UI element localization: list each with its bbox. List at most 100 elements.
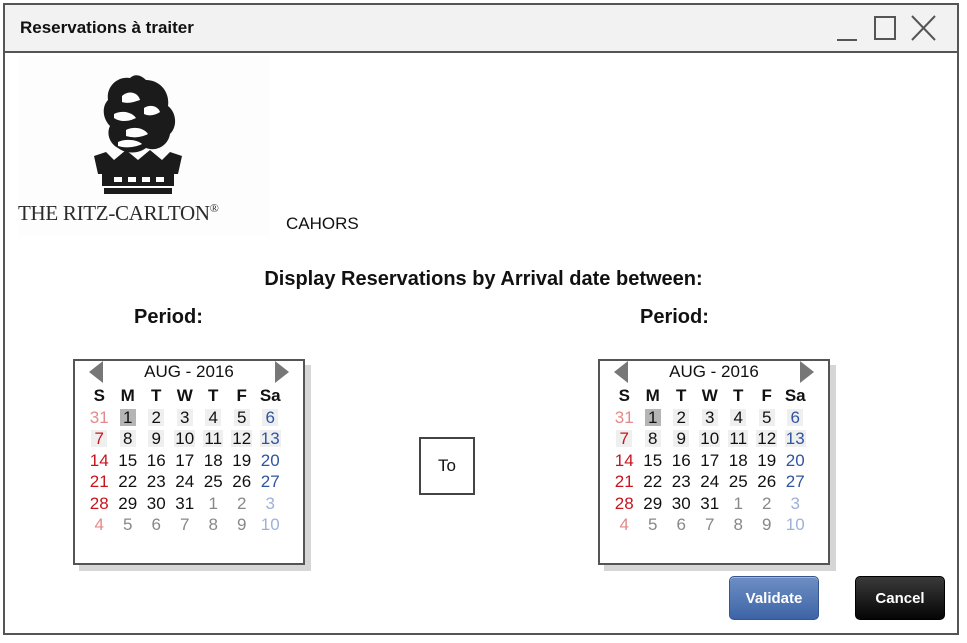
calendar-day[interactable]: 14 (85, 450, 114, 472)
cancel-button[interactable]: Cancel (855, 576, 945, 620)
calendar-day[interactable]: 9 (228, 514, 257, 536)
calendar-day[interactable]: 13 (781, 428, 810, 450)
calendar-day[interactable]: 4 (85, 514, 114, 536)
calendar-day[interactable]: 5 (114, 514, 143, 536)
calendar-day[interactable]: 2 (753, 493, 782, 515)
calendar-day[interactable]: 26 (228, 471, 257, 493)
calendar-day[interactable]: 27 (781, 471, 810, 493)
calendar-day-label: 23 (146, 472, 166, 492)
calendar-day[interactable]: 1 (724, 493, 753, 515)
calendar-day[interactable]: 9 (667, 428, 696, 450)
calendar-day[interactable]: 22 (114, 471, 143, 493)
calendar-day-label: 25 (728, 472, 748, 492)
validate-button[interactable]: Validate (729, 576, 819, 620)
calendar-day[interactable]: 24 (696, 471, 725, 493)
calendar-day[interactable]: 7 (610, 428, 639, 450)
calendar-day[interactable]: 2 (142, 407, 171, 429)
calendar-day[interactable]: 5 (639, 514, 668, 536)
calendar-day-label: 14 (614, 450, 634, 470)
calendar-day[interactable]: 7 (85, 428, 114, 450)
calendar-day[interactable]: 22 (639, 471, 668, 493)
calendar-day[interactable]: 6 (667, 514, 696, 536)
calendar-day[interactable]: 9 (753, 514, 782, 536)
calendar-day[interactable]: 12 (228, 428, 257, 450)
calendar-day[interactable]: 5 (228, 407, 257, 429)
to-label: To (419, 437, 475, 495)
calendar-day-label: 2 (237, 493, 247, 513)
calendar-day[interactable]: 30 (667, 493, 696, 515)
calendar-day[interactable]: 31 (696, 493, 725, 515)
calendar-day[interactable]: 4 (199, 407, 228, 429)
close-icon[interactable] (909, 13, 939, 43)
calendar-day[interactable]: 15 (114, 450, 143, 472)
calendar-day[interactable]: 17 (171, 450, 200, 472)
calendar-day[interactable]: 25 (199, 471, 228, 493)
maximize-icon[interactable] (871, 13, 901, 43)
calendar-day[interactable]: 1 (114, 407, 143, 429)
calendar-day[interactable]: 8 (199, 514, 228, 536)
calendar-day[interactable]: 8 (724, 514, 753, 536)
calendar-day[interactable]: 10 (256, 514, 285, 536)
calendar-day[interactable]: 26 (753, 471, 782, 493)
calendar-day[interactable]: 10 (171, 428, 200, 450)
calendar-day[interactable]: 28 (610, 493, 639, 515)
calendar-day[interactable]: 3 (696, 407, 725, 429)
calendar-day[interactable]: 18 (199, 450, 228, 472)
calendar-day[interactable]: 14 (610, 450, 639, 472)
calendar-day[interactable]: 7 (696, 514, 725, 536)
calendar-day[interactable]: 21 (610, 471, 639, 493)
calendar-day[interactable]: 11 (724, 428, 753, 450)
calendar-day[interactable]: 11 (199, 428, 228, 450)
calendar-day-label: 7 (91, 430, 108, 448)
calendar-day[interactable]: 21 (85, 471, 114, 493)
calendar-day[interactable]: 10 (781, 514, 810, 536)
calendar-day[interactable]: 1 (199, 493, 228, 515)
calendar-day[interactable]: 29 (114, 493, 143, 515)
calendar-day[interactable]: 13 (256, 428, 285, 450)
calendar-day[interactable]: 4 (724, 407, 753, 429)
calendar-day[interactable]: 29 (639, 493, 668, 515)
calendar-day[interactable]: 9 (142, 428, 171, 450)
calendar-grid: S M T W T F Sa 31 1 2 3 4 5 6 7 8 9 10 11 12 13 14 15 16 17 18 19 2… (610, 385, 828, 536)
calendar-day[interactable]: 19 (228, 450, 257, 472)
calendar-day[interactable]: 16 (142, 450, 171, 472)
calendar-day[interactable]: 7 (171, 514, 200, 536)
calendar-day[interactable]: 28 (85, 493, 114, 515)
calendar-day[interactable]: 19 (753, 450, 782, 472)
calendar-day[interactable]: 20 (781, 450, 810, 472)
calendar-day[interactable]: 6 (142, 514, 171, 536)
calendar-day[interactable]: 23 (667, 471, 696, 493)
calendar-day[interactable]: 2 (228, 493, 257, 515)
calendar-day[interactable]: 6 (256, 407, 285, 429)
calendar-day[interactable]: 5 (753, 407, 782, 429)
next-month-icon[interactable] (800, 361, 814, 383)
calendar-day-label: 15 (643, 450, 663, 470)
calendar-day[interactable]: 17 (696, 450, 725, 472)
calendar-day[interactable]: 23 (142, 471, 171, 493)
calendar-day[interactable]: 18 (724, 450, 753, 472)
calendar-day[interactable]: 3 (781, 493, 810, 515)
calendar-day[interactable]: 31 (85, 407, 114, 429)
calendar-day[interactable]: 10 (696, 428, 725, 450)
next-month-icon[interactable] (275, 361, 289, 383)
calendar-day[interactable]: 8 (114, 428, 143, 450)
calendar-day[interactable]: 12 (753, 428, 782, 450)
calendar-day[interactable]: 6 (781, 407, 810, 429)
calendar-day[interactable]: 2 (667, 407, 696, 429)
calendar-day[interactable]: 25 (724, 471, 753, 493)
calendar-day[interactable]: 15 (639, 450, 668, 472)
calendar-day[interactable]: 16 (667, 450, 696, 472)
calendar-day[interactable]: 3 (171, 407, 200, 429)
calendar-day[interactable]: 31 (610, 407, 639, 429)
calendar-day[interactable]: 1 (639, 407, 668, 429)
calendar-day[interactable]: 4 (610, 514, 639, 536)
calendar-day[interactable]: 24 (171, 471, 200, 493)
weekday-header: S (618, 385, 630, 405)
minimize-icon[interactable] (833, 13, 863, 43)
calendar-day[interactable]: 27 (256, 471, 285, 493)
calendar-day[interactable]: 3 (256, 493, 285, 515)
calendar-day[interactable]: 31 (171, 493, 200, 515)
calendar-day[interactable]: 20 (256, 450, 285, 472)
calendar-day[interactable]: 30 (142, 493, 171, 515)
calendar-day[interactable]: 8 (639, 428, 668, 450)
